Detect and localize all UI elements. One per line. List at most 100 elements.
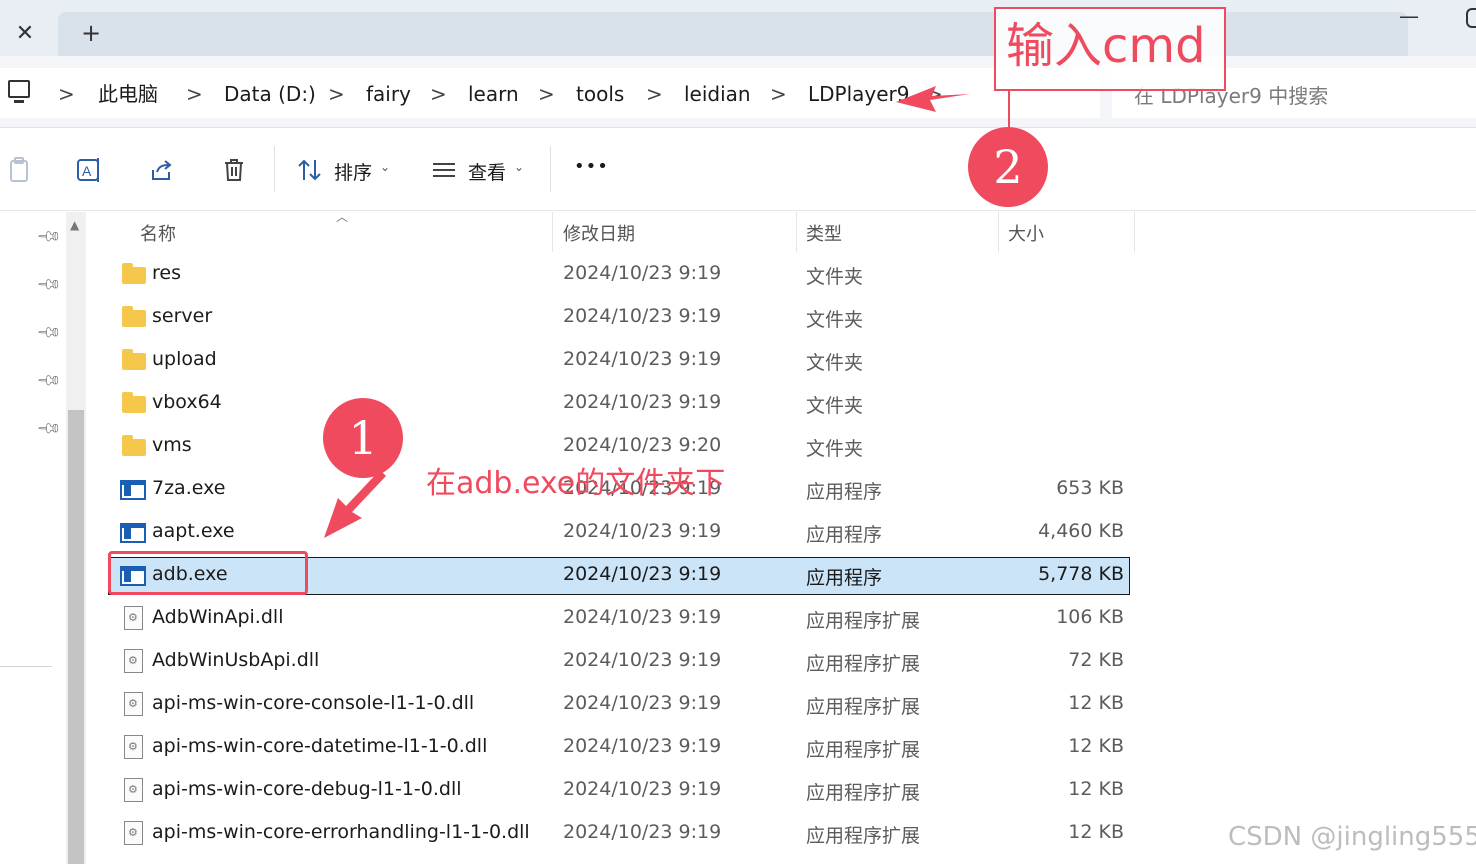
annotation-note: 在adb.exe的文件夹下 [426, 466, 726, 501]
dll-file-icon [124, 606, 143, 630]
file-type: 文件夹 [806, 352, 864, 374]
breadcrumb-data-d[interactable]: Data (D:) [224, 80, 316, 108]
file-date: 2024/10/23 9:19 [563, 348, 722, 370]
sort-icon[interactable] [296, 156, 324, 184]
navigation-pane [0, 212, 66, 864]
file-date: 2024/10/23 9:19 [563, 821, 722, 843]
breadcrumb-separator[interactable]: > [926, 80, 943, 108]
dll-file-icon [124, 821, 143, 845]
file-name: api-ms-win-core-datetime-l1-1-0.dll [152, 735, 488, 757]
file-size: 106 KB [1056, 606, 1124, 628]
file-size: 12 KB [1068, 821, 1124, 843]
view-button[interactable]: 查看 [468, 158, 506, 185]
breadcrumb-separator[interactable]: > [538, 80, 555, 108]
file-name: 7za.exe [152, 477, 226, 499]
breadcrumb-separator[interactable]: > [328, 80, 345, 108]
file-size: 72 KB [1068, 649, 1124, 671]
maximize-button[interactable] [1466, 8, 1476, 28]
folder-icon [122, 263, 146, 284]
toolbar-divider [274, 146, 275, 192]
folder-icon [122, 306, 146, 327]
application-icon [120, 480, 146, 500]
more-options-button[interactable]: ••• [574, 156, 609, 177]
column-header-name[interactable]: 名称 [140, 220, 176, 246]
watermark: CSDN @jingling555 [1228, 822, 1476, 852]
breadcrumb-learn[interactable]: learn [468, 80, 519, 108]
breadcrumb-separator[interactable]: > [58, 80, 75, 108]
close-tab-icon[interactable]: ✕ [10, 18, 40, 48]
breadcrumb-this-pc[interactable]: 此电脑 [98, 80, 158, 108]
column-header-date[interactable]: 修改日期 [563, 220, 635, 246]
breadcrumb-fairy[interactable]: fairy [366, 80, 411, 108]
breadcrumb-separator[interactable]: > [430, 80, 447, 108]
column-divider[interactable] [552, 212, 553, 252]
breadcrumb-ldplayer9[interactable]: LDPlayer9 [808, 80, 910, 108]
application-icon [120, 523, 146, 543]
file-date: 2024/10/23 9:19 [563, 649, 722, 671]
column-divider[interactable] [796, 212, 797, 252]
file-name: api-ms-win-core-debug-l1-1-0.dll [152, 778, 462, 800]
file-name: server [152, 305, 213, 327]
file-type: 文件夹 [806, 266, 864, 288]
breadcrumb-leidian[interactable]: leidian [684, 80, 751, 108]
view-chevron-down-icon[interactable]: ⌄ [514, 160, 524, 174]
file-name: aapt.exe [152, 520, 235, 542]
paste-icon[interactable] [6, 156, 34, 184]
file-type: 应用程序 [806, 567, 883, 589]
file-size: 12 KB [1068, 778, 1124, 800]
scrollbar-thumb[interactable] [68, 410, 84, 864]
file-type: 应用程序扩展 [806, 610, 921, 632]
column-divider[interactable] [998, 212, 999, 252]
share-icon[interactable] [148, 156, 176, 184]
file-name: vbox64 [152, 391, 222, 413]
file-size: 12 KB [1068, 735, 1124, 757]
column-header-type[interactable]: 类型 [806, 220, 842, 246]
breadcrumb-separator[interactable]: > [646, 80, 663, 108]
dll-file-icon [124, 649, 143, 673]
column-divider[interactable] [1134, 212, 1135, 252]
sort-button[interactable]: 排序 [334, 158, 372, 185]
file-date: 2024/10/23 9:19 [563, 735, 722, 757]
view-icon[interactable] [430, 156, 458, 184]
file-date: 2024/10/23 9:19 [563, 692, 722, 714]
rename-icon[interactable]: A [76, 156, 104, 184]
file-size: 653 KB [1056, 477, 1124, 499]
breadcrumb-separator[interactable]: > [186, 80, 203, 108]
file-date: 2024/10/23 9:19 [563, 262, 722, 284]
delete-icon[interactable] [220, 156, 248, 184]
nav-divider [0, 666, 52, 667]
this-pc-icon-stand [14, 100, 24, 103]
breadcrumb-separator[interactable]: > [770, 80, 787, 108]
this-pc-icon[interactable] [8, 80, 30, 98]
folder-icon [122, 392, 146, 413]
file-type: 应用程序扩展 [806, 739, 921, 761]
breadcrumb-tools[interactable]: tools [576, 80, 624, 108]
annotation-connector [1008, 91, 1010, 131]
file-date: 2024/10/23 9:19 [563, 778, 722, 800]
file-name: api-ms-win-core-console-l1-1-0.dll [152, 692, 475, 714]
svg-text:A: A [82, 163, 92, 179]
minimize-button[interactable]: — [1394, 4, 1424, 34]
file-type: 文件夹 [806, 309, 864, 331]
sort-indicator-icon: ︿ [336, 210, 349, 224]
annotation-highlight-box [108, 551, 308, 595]
toolbar-divider [550, 146, 551, 192]
column-header-size[interactable]: 大小 [1008, 220, 1044, 246]
file-type: 应用程序扩展 [806, 782, 921, 804]
sort-chevron-down-icon[interactable]: ⌄ [380, 160, 390, 174]
file-date: 2024/10/23 9:19 [563, 563, 722, 585]
file-name: res [152, 262, 181, 284]
file-name: api-ms-win-core-errorhandling-l1-1-0.dll [152, 821, 530, 843]
file-date: 2024/10/23 9:20 [563, 434, 722, 456]
file-date: 2024/10/23 9:19 [563, 305, 722, 327]
annotation-badge-2: 2 [968, 127, 1048, 207]
file-name: AdbWinApi.dll [152, 606, 284, 628]
new-tab-button[interactable]: + [76, 18, 106, 48]
annotation-cmd-text: 输入cmd [1006, 18, 1206, 74]
file-type: 应用程序扩展 [806, 696, 921, 718]
file-type: 应用程序扩展 [806, 653, 921, 675]
dll-file-icon [124, 778, 143, 802]
scroll-up-icon[interactable]: ▲ [70, 218, 79, 232]
file-size: 4,460 KB [1038, 520, 1124, 542]
file-type: 文件夹 [806, 395, 864, 417]
